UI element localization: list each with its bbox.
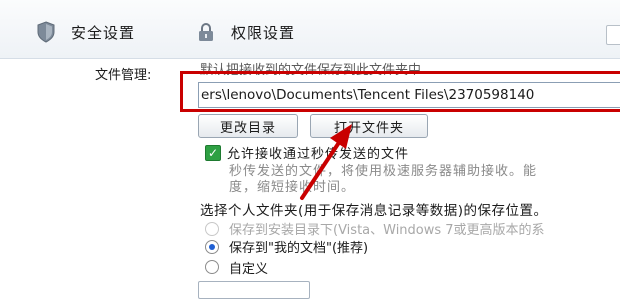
custom-path-field[interactable]	[198, 281, 310, 299]
shield-icon	[36, 21, 56, 43]
radio-custom[interactable]	[205, 260, 219, 274]
radio-install-directory[interactable]	[205, 222, 219, 236]
radio-my-documents-label: 保存到"我的文档"(推荐)	[229, 241, 369, 256]
open-folder-button[interactable]: 打开文件夹	[310, 114, 428, 138]
radio-my-documents[interactable]	[205, 240, 219, 254]
radio-custom-label: 自定义	[229, 262, 269, 277]
checkmark-icon: ✓	[207, 146, 219, 160]
radio-install-directory-label: 保存到安装目录下(Vista、Windows 7或更高版本的系	[229, 223, 545, 238]
annotation-highlight-box	[180, 71, 620, 112]
lock-icon	[196, 21, 216, 43]
file-management-label: 文件管理:	[95, 68, 152, 83]
flash-transfer-checkbox[interactable]: ✓	[205, 145, 221, 161]
tab-security-label: 安全设置	[71, 23, 136, 42]
change-directory-button[interactable]: 更改目录	[198, 114, 298, 138]
tab-permission-settings[interactable]: 权限设置	[196, 20, 295, 44]
personal-folder-title: 选择个人文件夹(用于保存消息记录等数据)的保存位置。	[200, 203, 548, 219]
search-input[interactable]	[606, 25, 620, 45]
tab-security-settings[interactable]: 安全设置	[36, 20, 135, 44]
flash-transfer-description-line2: 度，缩短接收时间。	[229, 180, 356, 195]
tab-permission-label: 权限设置	[231, 23, 296, 42]
settings-tab-bar: 安全设置 权限设置	[0, 0, 620, 59]
